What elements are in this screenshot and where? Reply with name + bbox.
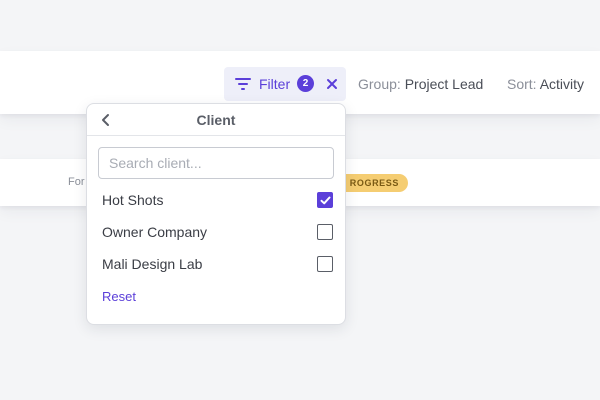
- checkbox-checked[interactable]: [317, 192, 333, 208]
- checkmark-icon: [320, 196, 331, 205]
- sort-value: Activity: [539, 76, 585, 92]
- sort-label: Sort:: [507, 76, 537, 92]
- group-selector[interactable]: Group: Project Lead: [358, 76, 483, 92]
- list-item[interactable]: Mali Design Lab: [102, 254, 333, 274]
- close-icon[interactable]: [324, 76, 340, 92]
- client-filter-dropdown: Client Hot Shots Owner Company Mali Desi…: [86, 103, 346, 325]
- search-input[interactable]: [98, 147, 334, 179]
- group-label: Group:: [358, 76, 401, 92]
- filter-icon: [234, 76, 252, 92]
- checkbox-unchecked[interactable]: [317, 224, 333, 240]
- list-item[interactable]: Hot Shots: [102, 190, 333, 210]
- group-value: Project Lead: [404, 76, 484, 92]
- reset-link[interactable]: Reset: [102, 289, 136, 304]
- sort-selector[interactable]: Sort: Activity: [507, 76, 584, 92]
- checkbox-unchecked[interactable]: [317, 256, 333, 272]
- filter-count-badge: 2: [297, 75, 314, 92]
- list-item-label: Hot Shots: [102, 192, 164, 208]
- list-item-label: Mali Design Lab: [102, 256, 203, 272]
- list-item-label: Owner Company: [102, 224, 208, 240]
- dropdown-header: Client: [87, 104, 345, 136]
- filter-chip[interactable]: Filter 2: [224, 67, 346, 101]
- page: Filter 2 Group: Project Lead Sort: Activ…: [0, 0, 600, 400]
- row-for-text: For: [68, 176, 85, 188]
- filter-label: Filter: [259, 76, 291, 92]
- list-item[interactable]: Owner Company: [102, 222, 333, 242]
- dropdown-title: Client: [196, 112, 236, 128]
